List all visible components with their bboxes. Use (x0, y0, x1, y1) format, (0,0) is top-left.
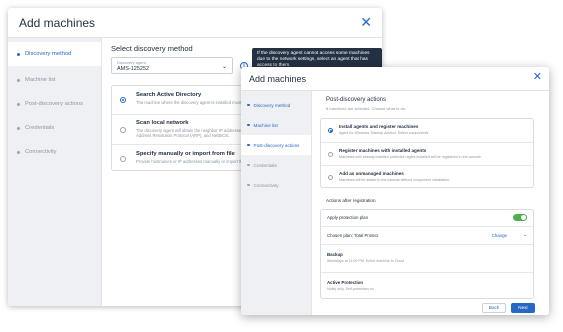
step-label: Discovery method (25, 51, 72, 57)
step-dot-icon (17, 150, 20, 154)
option-register-machines[interactable]: Register machines with installed agents … (321, 142, 533, 165)
step-credentials[interactable]: Credentials (8, 116, 101, 140)
option-title: Specify manually or import from file (136, 151, 235, 157)
step-discovery-method[interactable]: Discovery method (241, 95, 311, 115)
change-plan-link[interactable]: Change (492, 233, 507, 238)
dialog-title: Add machines (249, 74, 307, 84)
dialog-header: Add machines ✕ (241, 67, 549, 91)
step-credentials[interactable]: Credentials (241, 155, 311, 175)
apply-protection-label: Apply protection plan (327, 215, 369, 220)
step-discovery-method[interactable]: Discovery method (8, 42, 101, 66)
option-title: Register machines with installed agents (339, 148, 427, 153)
section-heading: Post-discovery actions (326, 97, 387, 103)
chosen-plan-row: Chosen plan: Total Protect Change ⌄ (321, 226, 533, 244)
dialog-header: Add machines ✕ (8, 8, 382, 38)
radio[interactable] (120, 156, 126, 162)
chevron-down-icon[interactable]: ⌄ (523, 232, 527, 238)
add-machines-dialog-post-discovery: Add machines ✕ Discovery method Machine … (241, 67, 549, 315)
wizard-steps-nav: Discovery method Machine list Post-disco… (241, 91, 312, 315)
step-post-discovery-actions[interactable]: Post-discovery actions (8, 92, 101, 116)
step-label: Credentials (253, 162, 277, 168)
discovery-agent-select[interactable]: Discovery agent AMS-125252 ⌄ (111, 57, 233, 74)
step-label: Credentials (25, 125, 55, 131)
option-desc: Agent for Windows, Backup Advisor. Selec… (339, 131, 429, 135)
step-dot-icon (247, 183, 250, 187)
step-label: Machine list (253, 122, 278, 128)
step-connectivity[interactable]: Connectivity (8, 140, 101, 164)
actions-heading: Actions after registration (326, 198, 376, 203)
option-desc: Machines will be added to the console wi… (339, 178, 450, 182)
step-dot-icon (17, 102, 20, 106)
chosen-plan-label: Chosen plan: Total Protect (327, 233, 379, 238)
active-protection-row: Active Protection Notify only, Self-prot… (321, 272, 533, 298)
active-protection-desc: Notify only, Self-protection on (327, 287, 374, 291)
option-add-unmanaged[interactable]: Add as unmanaged machines Machines will … (321, 165, 533, 187)
step-dot-icon (247, 103, 250, 107)
option-title: Install agents and register machines (339, 124, 419, 129)
option-title: Add as unmanaged machines (339, 171, 404, 176)
post-discovery-options: Install agents and register machines Age… (320, 118, 534, 188)
dialog-title: Add machines (19, 16, 96, 30)
protection-plan-panel: Apply protection plan Chosen plan: Total… (320, 209, 534, 299)
radio-selected[interactable] (120, 97, 126, 103)
step-label: Machine list (25, 77, 56, 83)
backup-desc: Weekdays at 11:00 PM, Entire machine to … (327, 259, 405, 263)
radio[interactable] (120, 127, 126, 133)
radio-selected[interactable] (328, 128, 333, 133)
backup-row: Backup Weekdays at 11:00 PM, Entire mach… (321, 244, 533, 272)
option-title: Scan local network (136, 120, 189, 126)
main-content: Post-discovery actions 8 machines are se… (312, 91, 549, 315)
option-title: Search Active Directory (136, 92, 202, 98)
section-subheading: 8 machines are selected. Choose what to … (326, 106, 407, 111)
step-machine-list[interactable]: Machine list (241, 115, 311, 135)
chevron-down-icon: ⌄ (221, 64, 227, 70)
step-dot-icon (247, 143, 250, 147)
radio[interactable] (328, 152, 333, 157)
section-heading: Select discovery method (111, 44, 193, 53)
step-machine-list[interactable]: Machine list (8, 68, 101, 92)
back-button[interactable]: Back (482, 303, 506, 313)
step-dot-icon (17, 52, 20, 56)
step-label: Post-discovery actions (253, 142, 300, 148)
step-label: Discovery method (253, 102, 291, 108)
step-post-discovery-actions[interactable]: Post-discovery actions (241, 135, 311, 155)
option-install-agents[interactable]: Install agents and register machines Age… (321, 119, 533, 142)
field-label: Discovery agent (117, 60, 146, 65)
apply-protection-toggle[interactable] (513, 214, 527, 221)
close-icon[interactable]: ✕ (360, 15, 372, 29)
radio[interactable] (328, 175, 333, 180)
step-dot-icon (247, 123, 250, 127)
step-connectivity[interactable]: Connectivity (241, 175, 311, 195)
backup-title: Backup (327, 252, 343, 257)
next-button[interactable]: Next (511, 303, 535, 313)
field-value: AMS-125252 (117, 66, 150, 72)
wizard-steps-nav: Discovery method Machine list Post-disco… (8, 38, 102, 306)
step-dot-icon (247, 163, 250, 167)
apply-protection-row: Apply protection plan (321, 210, 533, 226)
active-protection-title: Active Protection (327, 280, 364, 285)
step-dot-icon (17, 126, 20, 130)
close-icon[interactable]: ✕ (533, 72, 542, 83)
step-label: Connectivity (25, 149, 57, 155)
step-dot-icon (17, 78, 20, 82)
step-label: Post-discovery actions (25, 101, 83, 107)
option-desc: Machines with already installed protecti… (339, 155, 482, 159)
step-label: Connectivity (253, 182, 279, 188)
